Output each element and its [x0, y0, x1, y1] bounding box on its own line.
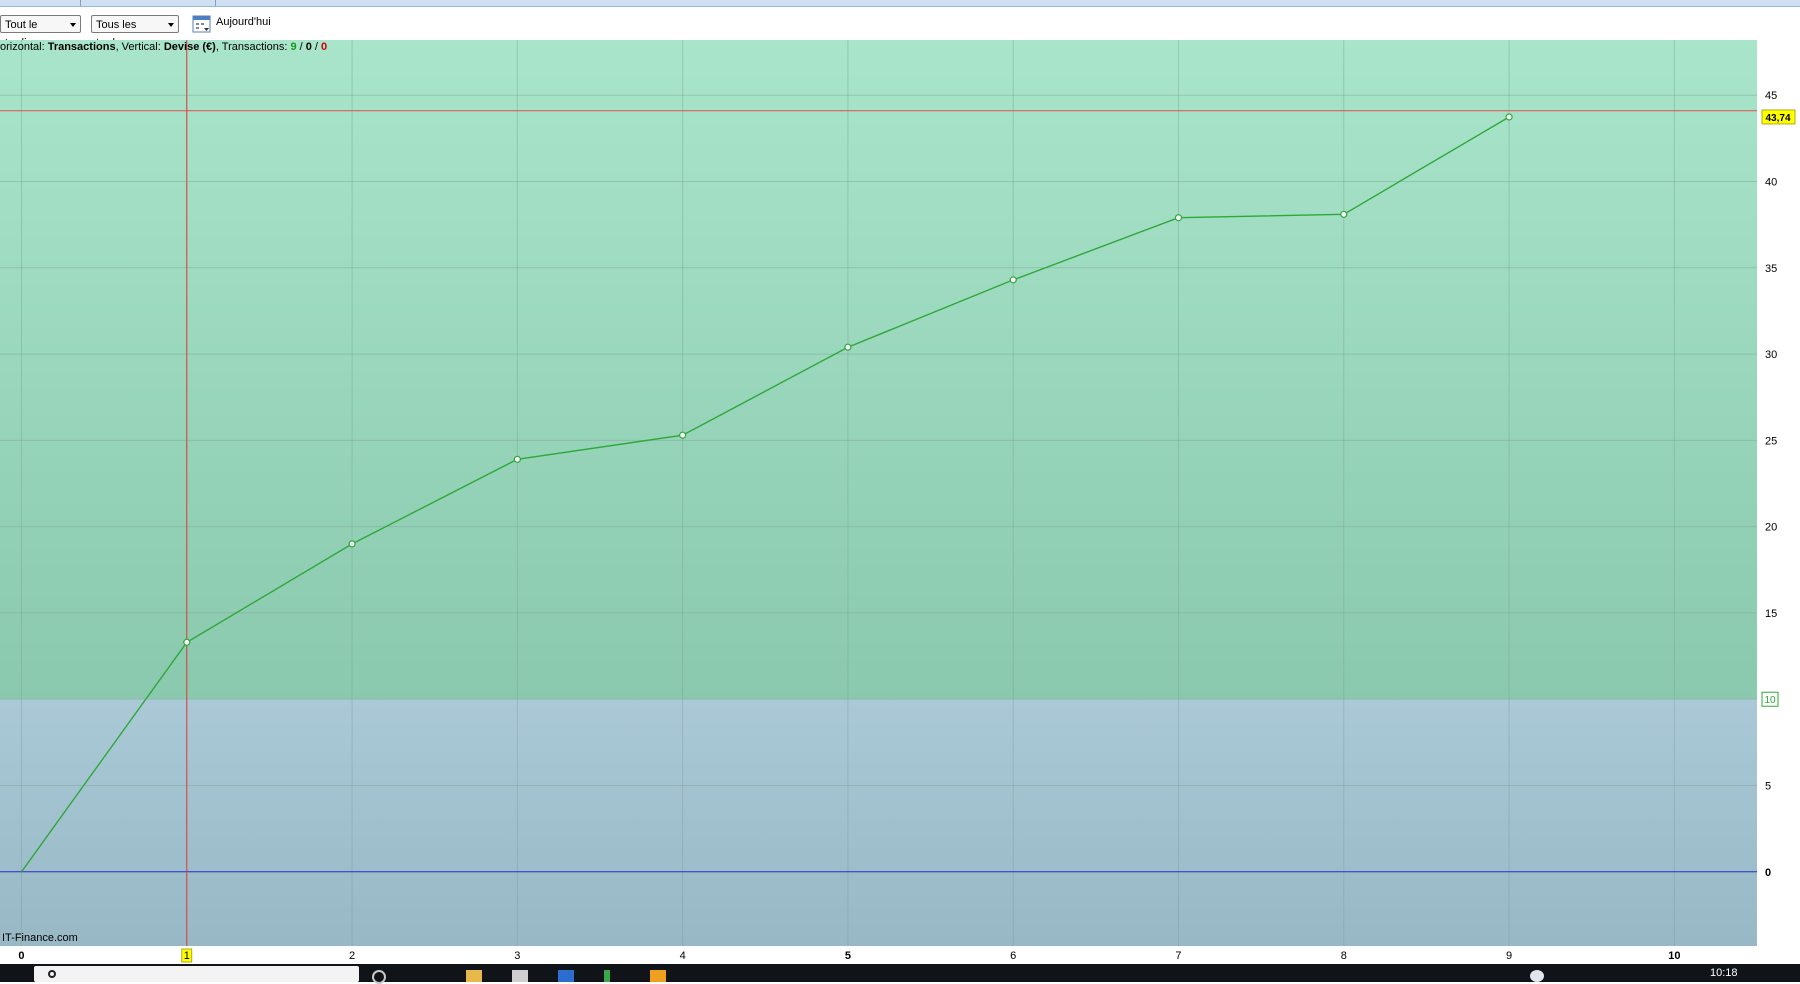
store-icon[interactable] [512, 970, 528, 982]
equity-curve-chart: 0 1 2 3 4 5 6 7 8 9 10 05152025303540451043,74 ori… [0, 40, 1796, 963]
count-separator: / [312, 41, 321, 53]
folder-icon[interactable] [466, 970, 482, 982]
y-tick-label: 20 [1765, 522, 1777, 534]
transactions-negative-count: 0 [321, 41, 327, 53]
window-top-strip [0, 0, 1800, 7]
series-point [348, 540, 356, 548]
x-tick-label: 6 [1010, 950, 1016, 962]
threshold-label: 10 [1764, 695, 1776, 706]
y-tick-label: 35 [1765, 263, 1777, 275]
transactions-label: , Transactions: [216, 41, 291, 53]
count-separator: / [297, 41, 306, 53]
x-tick-label: 7 [1175, 950, 1181, 962]
chevron-down-icon [168, 23, 174, 27]
last-value-label: 43,74 [1765, 113, 1790, 124]
x-tick-label: 3 [514, 950, 520, 962]
calendar-icon[interactable] [192, 14, 211, 33]
series-point [1505, 113, 1513, 121]
series-point [844, 343, 852, 351]
taskbar-search-box[interactable] [34, 966, 359, 982]
y-tick-label: 15 [1765, 608, 1777, 620]
vertical-axis-value: Devise (€) [164, 41, 216, 53]
watermark: IT-Finance.com [2, 932, 78, 944]
series-point [1174, 214, 1183, 222]
x-tick-label: 4 [680, 950, 686, 962]
y-tick-label: 5 [1765, 781, 1771, 793]
y-tick-label: 45 [1765, 90, 1777, 102]
y-axis-ticks: 0 5 15 20 25 30 35 40 45 10 43,74 [1761, 90, 1796, 879]
x-tick-label: 8 [1341, 950, 1347, 962]
chart-info-line: orizontal: Transactions, Vertical: Devis… [0, 41, 327, 53]
x-tick-label: 9 [1506, 950, 1512, 962]
y-tick-label: 0 [1765, 867, 1771, 879]
x-tick-label: 0 [18, 950, 24, 962]
x-tick-label: 1 [184, 950, 190, 962]
tab-divider [80, 0, 81, 6]
y-tick-label: 30 [1765, 349, 1777, 361]
app-icon[interactable] [650, 970, 666, 982]
tray-app-icon[interactable] [1530, 970, 1544, 982]
below-threshold-zone-background [0, 699, 1757, 946]
vertical-axis-label: , Vertical: [116, 41, 164, 53]
series-point [679, 431, 687, 439]
x-tick-label: 10 [1668, 950, 1680, 962]
series-point [513, 455, 521, 463]
y-tick-label: 40 [1765, 177, 1777, 189]
x-tick-label: 2 [349, 950, 355, 962]
app-icon[interactable] [558, 970, 574, 982]
trades-filter-dropdown[interactable]: Tous les trades [91, 15, 179, 49]
chart-info-prefix: orizontal: [0, 41, 48, 53]
y-tick-label: 25 [1765, 435, 1777, 447]
x-axis-ticks: 0 1 2 3 4 5 6 7 8 9 10 [18, 948, 1680, 963]
tab-divider [215, 0, 216, 6]
positive-zone-background [0, 40, 1757, 700]
trading-scope-dropdown[interactable]: Tout le trading [0, 15, 81, 49]
taskbar-clock[interactable]: 10:18 [1710, 967, 1738, 979]
series-point [183, 638, 191, 646]
chevron-down-icon [70, 23, 76, 27]
x-tick-label: 5 [845, 950, 851, 962]
horizontal-axis-value: Transactions [48, 41, 116, 53]
search-icon [48, 970, 56, 978]
series-point [1009, 276, 1017, 284]
date-range-label[interactable]: Aujourd'hui [216, 16, 271, 28]
trading-app-icon[interactable] [604, 970, 610, 982]
series-point [1340, 210, 1348, 218]
